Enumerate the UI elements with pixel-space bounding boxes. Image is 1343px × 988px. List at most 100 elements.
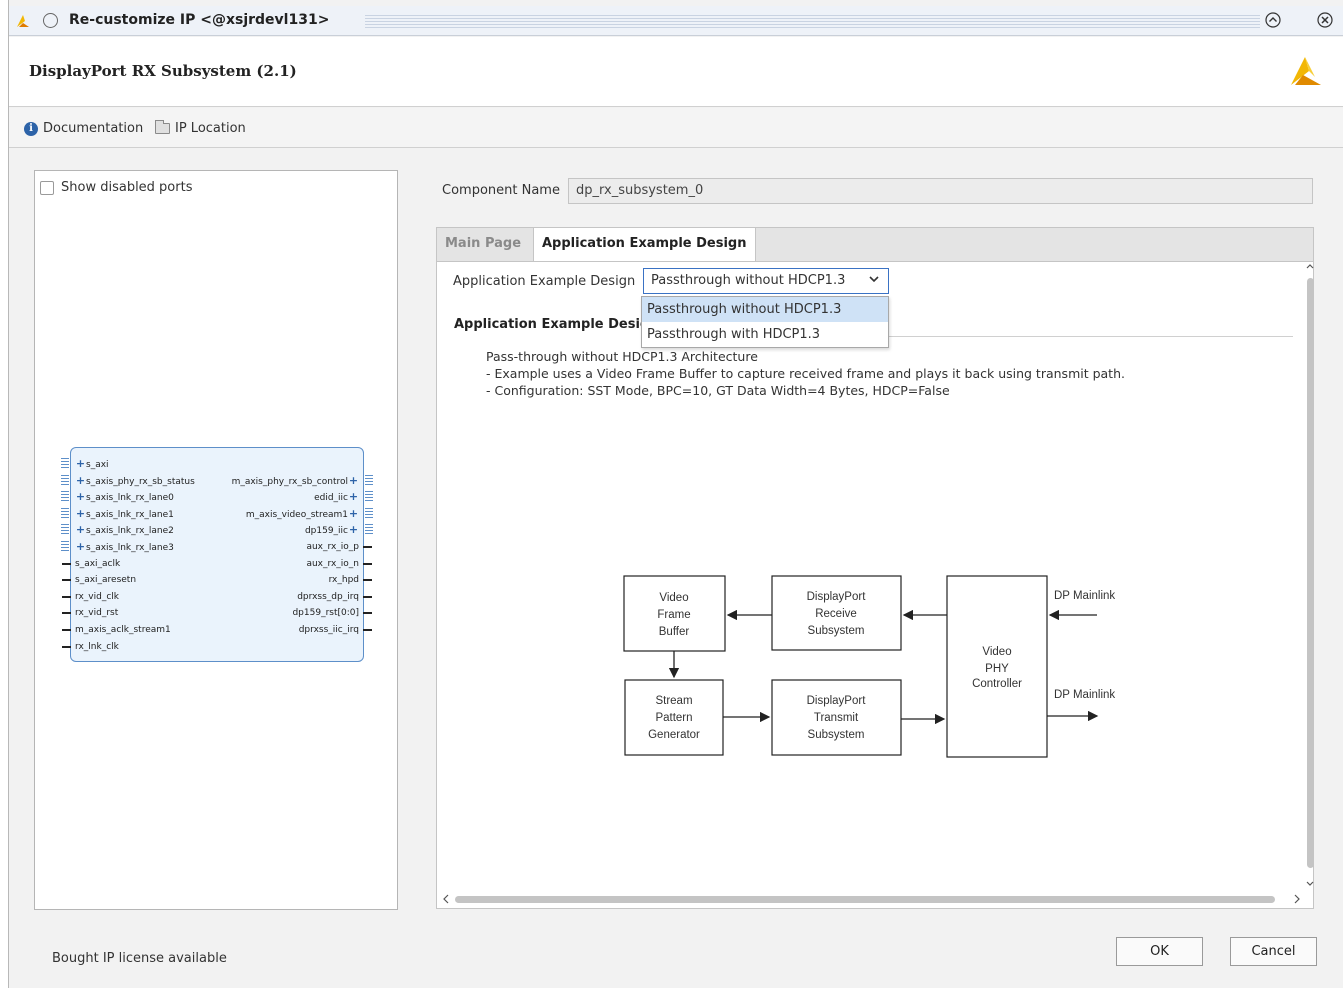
- ip-port-left[interactable]: +s_axi: [75, 456, 109, 472]
- diagram-label: DisplayPort: [807, 695, 867, 707]
- expand-bus-icon[interactable]: +: [348, 473, 359, 489]
- port-name: m_axis_video_stream1: [245, 509, 348, 520]
- ip-symbol-panel: Show disabled ports +s_axi +s_axis_phy_rx…: [34, 170, 398, 910]
- expand-bus-icon[interactable]: +: [348, 489, 359, 505]
- diagram-label: Controller: [972, 678, 1022, 690]
- port-name: dprxss_dp_irq: [297, 591, 359, 602]
- port-pin-line: [62, 645, 71, 648]
- bus-interface-pins: [365, 491, 373, 504]
- ip-port-left[interactable]: s_axi_aresetn: [75, 572, 136, 588]
- expand-bus-icon[interactable]: +: [75, 539, 86, 555]
- vertical-scrollbar[interactable]: [1305, 262, 1315, 898]
- tab-main-page[interactable]: Main Page: [437, 228, 529, 262]
- ip-customize-window: Re-customize IP <@xsjrdevl131> DisplayPo…: [8, 0, 1343, 988]
- ok-button[interactable]: OK: [1116, 937, 1203, 966]
- ip-port-right[interactable]: dprxss_iic_irq: [299, 622, 359, 638]
- port-pin-line: [363, 629, 372, 631]
- expand-bus-icon[interactable]: +: [75, 522, 86, 538]
- horizontal-scroll-thumb[interactable]: [455, 896, 1275, 903]
- info-icon: i: [24, 121, 38, 136]
- port-pin-line: [62, 595, 71, 598]
- ip-port-left[interactable]: +s_axis_lnk_rx_lane1: [75, 506, 174, 522]
- ip-port-left[interactable]: rx_vid_rst: [75, 605, 118, 621]
- show-disabled-ports-toggle[interactable]: Show disabled ports: [40, 180, 192, 195]
- diagram-label: DisplayPort: [807, 591, 867, 603]
- links-bar: i Documentation IP Location: [9, 108, 1343, 148]
- ip-port-right[interactable]: aux_rx_io_p: [306, 539, 359, 555]
- documentation-link[interactable]: i Documentation: [24, 121, 143, 136]
- port-name: aux_rx_io_p: [306, 542, 359, 552]
- port-pin-line: [363, 562, 372, 565]
- ip-port-left[interactable]: +s_axis_lnk_rx_lane3: [75, 539, 174, 555]
- ip-port-left[interactable]: m_axis_aclk_stream1: [75, 622, 171, 638]
- bus-interface-pins: [61, 474, 69, 487]
- ip-port-right[interactable]: edid_iic+: [314, 489, 359, 505]
- port-name: dprxss_iic_irq: [298, 625, 359, 635]
- scroll-left-icon[interactable]: [442, 893, 450, 908]
- ip-port-right[interactable]: aux_rx_io_n: [306, 556, 359, 572]
- diagram-label: Transmit: [814, 712, 859, 724]
- ip-port-left[interactable]: s_axi_aclk: [75, 556, 120, 572]
- dropdown-option[interactable]: Passthrough without HDCP1.3: [642, 297, 888, 322]
- diagram-label: Buffer: [659, 626, 690, 638]
- expand-bus-icon[interactable]: +: [348, 522, 359, 538]
- component-name-field[interactable]: dp_rx_subsystem_0: [568, 178, 1313, 204]
- ip-port-left[interactable]: rx_vid_clk: [75, 589, 119, 605]
- bus-interface-pins: [61, 524, 69, 537]
- port-name: dp159_rst[0:0]: [292, 608, 359, 619]
- show-disabled-ports-checkbox[interactable]: [40, 180, 54, 195]
- vertical-scroll-thumb[interactable]: [1307, 278, 1314, 868]
- diagram-label: Video: [659, 592, 688, 604]
- expand-bus-icon[interactable]: +: [75, 506, 86, 522]
- expand-bus-icon[interactable]: +: [75, 473, 86, 489]
- bus-interface-pins: [61, 491, 69, 504]
- scroll-up-icon[interactable]: [1305, 262, 1315, 273]
- port-name: s_axi: [86, 460, 109, 470]
- expand-bus-icon[interactable]: +: [348, 506, 359, 522]
- bus-interface-pins: [61, 458, 69, 470]
- title-bar[interactable]: Re-customize IP <@xsjrdevl131>: [9, 6, 1343, 36]
- ip-port-right[interactable]: rx_hpd: [329, 572, 359, 588]
- expand-bus-icon[interactable]: +: [75, 456, 86, 472]
- ip-symbol-block[interactable]: +s_axi +s_axis_phy_rx_sb_status +s_axis_ln…: [61, 447, 373, 662]
- ip-port-right[interactable]: dp159_rst[0:0]: [292, 605, 359, 621]
- port-pin-line: [62, 562, 71, 565]
- bus-interface-pins: [365, 474, 373, 487]
- folder-icon: [155, 120, 170, 134]
- port-name: s_axi_aresetn: [75, 575, 137, 586]
- diagram-label: Receive: [815, 608, 857, 620]
- tab-application-example-design[interactable]: Application Example Design: [533, 228, 756, 263]
- horizontal-scrollbar[interactable]: [437, 892, 1305, 908]
- component-name-label: Component Name: [442, 183, 560, 198]
- ip-port-right[interactable]: m_axis_video_stream1+: [246, 506, 359, 522]
- ip-port-right[interactable]: dprxss_dp_irq: [297, 589, 359, 605]
- close-icon[interactable]: [1315, 11, 1335, 31]
- ip-location-link[interactable]: IP Location: [155, 120, 246, 136]
- port-name: m_axis_aclk_stream1: [75, 625, 171, 635]
- expand-bus-icon[interactable]: +: [75, 489, 86, 505]
- title-bar-grip: [365, 15, 1260, 28]
- ip-port-left[interactable]: rx_lnk_clk: [75, 639, 119, 655]
- bus-interface-pins: [61, 507, 69, 520]
- dp-mainlink-in-label: DP Mainlink: [1054, 590, 1115, 602]
- ip-port-left[interactable]: +s_axis_lnk_rx_lane0: [75, 489, 174, 505]
- cancel-button[interactable]: Cancel: [1230, 937, 1317, 966]
- ip-port-left[interactable]: +s_axis_lnk_rx_lane2: [75, 522, 174, 538]
- dropdown-option[interactable]: Passthrough with HDCP1.3: [642, 322, 888, 347]
- documentation-label: Documentation: [43, 121, 144, 136]
- port-name: s_axis_lnk_rx_lane1: [86, 509, 174, 520]
- ip-port-left[interactable]: +s_axis_phy_rx_sb_status: [75, 473, 195, 489]
- ip-port-right[interactable]: m_axis_phy_rx_sb_control+: [232, 473, 359, 489]
- app-design-options-list[interactable]: Passthrough without HDCP1.3 Passthrough …: [641, 296, 889, 348]
- scroll-down-icon[interactable]: [1305, 880, 1315, 891]
- diagram-label: PHY: [985, 663, 1009, 675]
- port-name: rx_lnk_clk: [75, 641, 119, 652]
- ip-title: DisplayPort RX Subsystem (2.1): [29, 62, 297, 80]
- ip-port-right[interactable]: dp159_iic+: [305, 522, 359, 538]
- port-name: s_axis_lnk_rx_lane2: [86, 526, 174, 537]
- bus-interface-pins: [61, 541, 69, 553]
- scroll-right-icon[interactable]: [1293, 893, 1301, 908]
- diagram-label: Generator: [648, 729, 700, 741]
- restore-icon[interactable]: [1263, 11, 1283, 31]
- window-menu-icon[interactable]: [43, 13, 58, 28]
